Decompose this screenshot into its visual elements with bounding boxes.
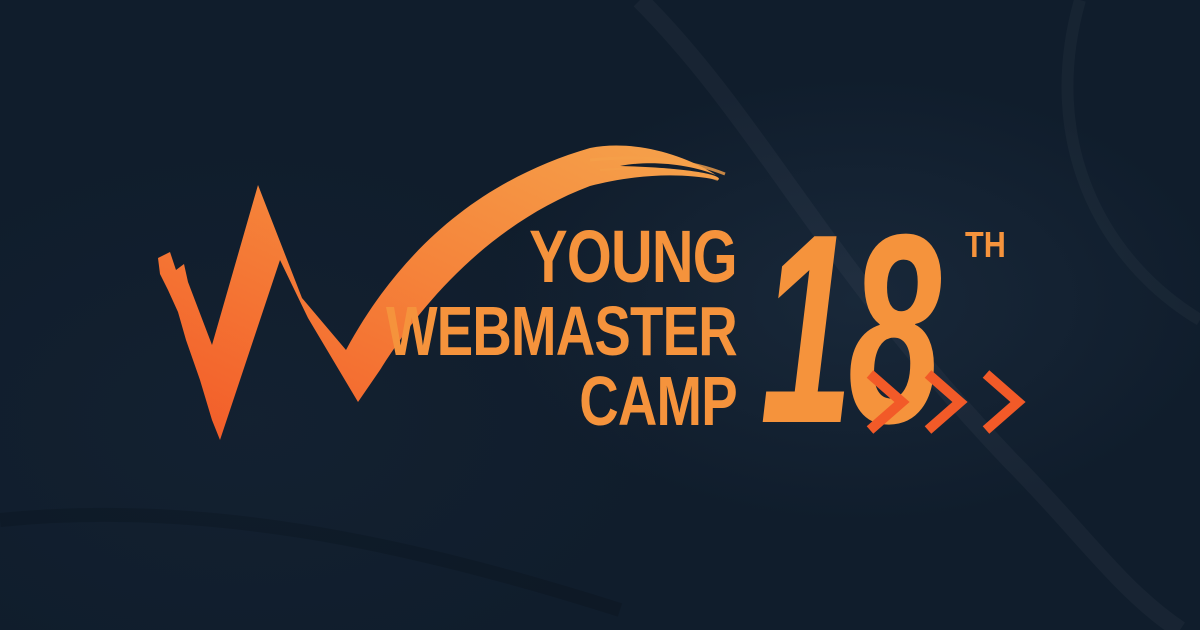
wordmark-line-young: YOUNG xyxy=(529,215,738,298)
edition-suffix: TH xyxy=(965,224,1006,265)
triple-chevron-right-icon xyxy=(866,370,1026,434)
camp-wordmark: YOUNG WEBMASTER CAMP xyxy=(386,215,738,440)
wordmark-line-camp: CAMP xyxy=(579,362,737,440)
wordmark-line-webmaster: WEBMASTER xyxy=(386,292,738,370)
banner: YOUNG WEBMASTER CAMP 18 TH xyxy=(0,0,1200,630)
